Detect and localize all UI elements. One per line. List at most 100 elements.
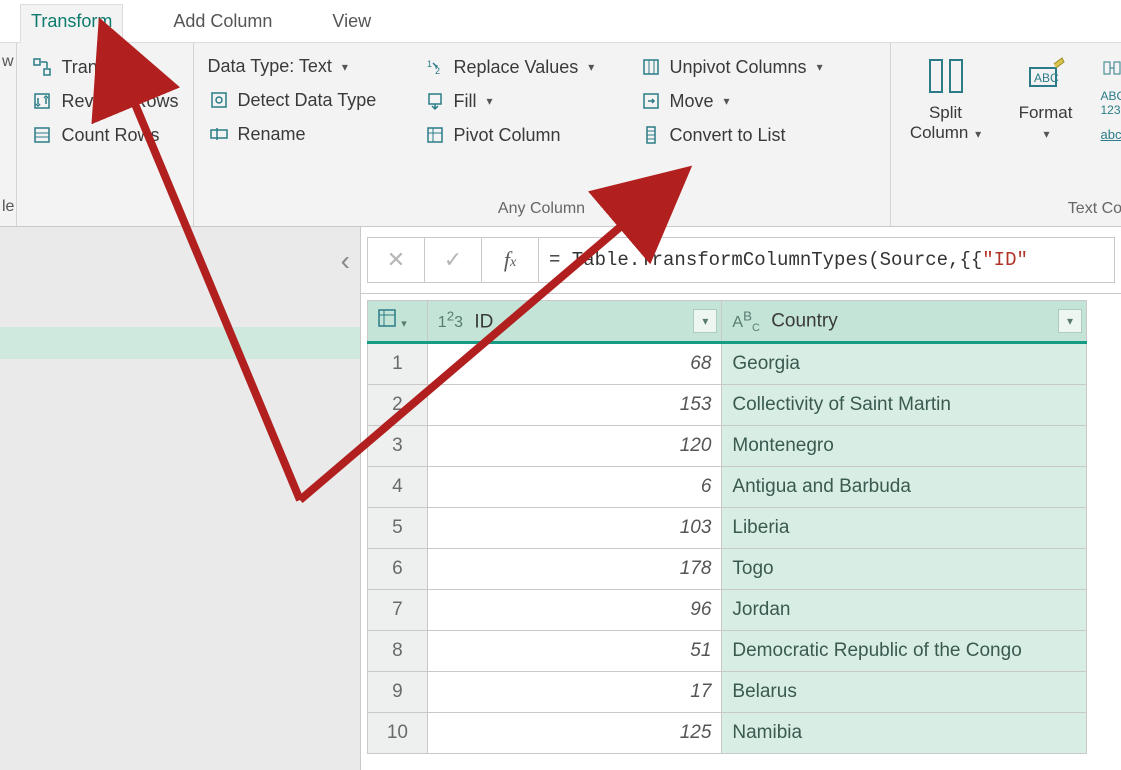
split-column-button[interactable]: SplitColumn ▾ [899, 47, 993, 200]
row-number[interactable]: 1 [368, 343, 428, 385]
cell-id[interactable]: 178 [427, 549, 722, 590]
column-header-id[interactable]: 123 ID ▾ [427, 301, 722, 343]
transpose-button[interactable]: Transpose [25, 53, 184, 81]
table-row[interactable]: 917Belarus [368, 672, 1087, 713]
move-button[interactable]: Move ▾ [634, 87, 864, 115]
table-row[interactable]: 2153Collectivity of Saint Martin [368, 385, 1087, 426]
reverse-rows-label: Reverse Rows [61, 91, 178, 112]
tab-add-column[interactable]: Add Column [163, 5, 282, 42]
merge-columns-button[interactable] [1099, 55, 1121, 81]
fill-button[interactable]: Fill ▾ [418, 87, 628, 115]
cell-id[interactable]: 125 [427, 713, 722, 754]
convert-to-list-button[interactable]: Convert to List [634, 121, 864, 149]
cell-id[interactable]: 68 [427, 343, 722, 385]
ribbon-group-text-column: SplitColumn ▾ ABC Format▾ ABC123 abc [891, 43, 1121, 226]
rename-icon [208, 123, 230, 145]
transpose-label: Transpose [61, 57, 145, 78]
chevron-down-icon: ▾ [487, 94, 493, 108]
detect-data-type-button[interactable]: Detect Data Type [202, 86, 412, 114]
row-number[interactable]: 8 [368, 631, 428, 672]
column-filter-button[interactable]: ▾ [693, 309, 717, 333]
format-button[interactable]: ABC Format▾ [999, 47, 1093, 200]
format-label: Format [1019, 103, 1073, 122]
replace-values-label: Replace Values [454, 57, 579, 78]
cell-id[interactable]: 6 [427, 467, 722, 508]
fill-icon [424, 90, 446, 112]
split-column-icon [923, 53, 969, 99]
collapse-pane-button[interactable]: ‹ [341, 245, 350, 277]
table-row[interactable]: 3120Montenegro [368, 426, 1087, 467]
tab-transform[interactable]: Transform [20, 4, 123, 43]
table-row[interactable]: 5103Liberia [368, 508, 1087, 549]
cell-country[interactable]: Georgia [722, 343, 1087, 385]
row-number[interactable]: 7 [368, 590, 428, 631]
cell-country[interactable]: Democratic Republic of the Congo [722, 631, 1087, 672]
replace-values-icon: 12 [424, 56, 446, 78]
list-icon [640, 124, 662, 146]
table-row[interactable]: 851Democratic Republic of the Congo [368, 631, 1087, 672]
reverse-rows-button[interactable]: Reverse Rows [25, 87, 184, 115]
formula-string: "ID" [982, 249, 1028, 271]
rename-button[interactable]: Rename [202, 120, 412, 148]
main-area: ✕ ✓ fx = Table.TransformColumnTypes(Sour… [361, 227, 1121, 770]
fx-button[interactable]: fx [481, 237, 538, 283]
cell-id[interactable]: 120 [427, 426, 722, 467]
cell-country[interactable]: Togo [722, 549, 1087, 590]
convert-to-list-label: Convert to List [670, 125, 786, 146]
cell-id[interactable]: 153 [427, 385, 722, 426]
cell-id[interactable]: 17 [427, 672, 722, 713]
data-grid: ▾ 123 ID ▾ ABC Country ▾ [367, 300, 1087, 754]
pivot-label: Pivot Column [454, 125, 561, 146]
ribbon-group-any-column: Data Type: Text ▾ Detect Data Type Renam… [194, 43, 891, 226]
data-grid-wrapper: ▾ 123 ID ▾ ABC Country ▾ [361, 294, 1121, 770]
fragment-text: le [0, 192, 16, 222]
row-number[interactable]: 2 [368, 385, 428, 426]
table-row[interactable]: 6178Togo [368, 549, 1087, 590]
formula-input[interactable]: = Table.TransformColumnTypes(Source,{{"I… [538, 237, 1115, 283]
pivot-column-button[interactable]: Pivot Column [418, 121, 628, 149]
table-row[interactable]: 46Antigua and Barbuda [368, 467, 1087, 508]
selected-query-highlight[interactable] [0, 327, 360, 359]
extract-button[interactable]: ABC123 [1099, 87, 1121, 119]
row-number[interactable]: 10 [368, 713, 428, 754]
row-number[interactable]: 9 [368, 672, 428, 713]
cell-country[interactable]: Namibia [722, 713, 1087, 754]
table-row[interactable]: 796Jordan [368, 590, 1087, 631]
row-number[interactable]: 6 [368, 549, 428, 590]
commit-formula-button[interactable]: ✓ [424, 237, 481, 283]
cancel-formula-button[interactable]: ✕ [367, 237, 424, 283]
row-number[interactable]: 4 [368, 467, 428, 508]
data-type-button[interactable]: Data Type: Text ▾ [202, 53, 412, 80]
chevron-down-icon: ▾ [588, 60, 594, 74]
ribbon-left-fragment: w le [0, 43, 17, 226]
column-filter-button[interactable]: ▾ [1058, 309, 1082, 333]
chevron-down-icon: ▾ [342, 60, 348, 74]
parse-button[interactable]: abc [1099, 125, 1121, 144]
count-rows-button[interactable]: Count Rows [25, 121, 184, 149]
row-number[interactable]: 3 [368, 426, 428, 467]
cell-id[interactable]: 96 [427, 590, 722, 631]
ribbon-tabstrip: Transform Add Column View [0, 0, 1121, 42]
table-row[interactable]: 10125Namibia [368, 713, 1087, 754]
cell-country[interactable]: Jordan [722, 590, 1087, 631]
replace-values-button[interactable]: 12 Replace Values ▾ [418, 53, 628, 81]
cell-id[interactable]: 103 [427, 508, 722, 549]
cell-id[interactable]: 51 [427, 631, 722, 672]
cell-country[interactable]: Liberia [722, 508, 1087, 549]
table-corner-button[interactable]: ▾ [368, 301, 428, 343]
cell-country[interactable]: Montenegro [722, 426, 1087, 467]
column-header-country[interactable]: ABC Country ▾ [722, 301, 1087, 343]
chevron-down-icon: ▾ [975, 127, 981, 141]
group-caption-text-column: Text Colu [899, 200, 1121, 222]
pivot-icon [424, 124, 446, 146]
row-number[interactable]: 5 [368, 508, 428, 549]
tab-view[interactable]: View [322, 5, 381, 42]
column-country-label: Country [771, 311, 838, 332]
table-row[interactable]: 168Georgia [368, 343, 1087, 385]
cell-country[interactable]: Belarus [722, 672, 1087, 713]
unpivot-label: Unpivot Columns [670, 57, 807, 78]
queries-pane: ‹ [0, 227, 361, 770]
unpivot-columns-button[interactable]: Unpivot Columns ▾ [634, 53, 864, 81]
cell-country[interactable]: Antigua and Barbuda [722, 467, 1087, 508]
cell-country[interactable]: Collectivity of Saint Martin [722, 385, 1087, 426]
